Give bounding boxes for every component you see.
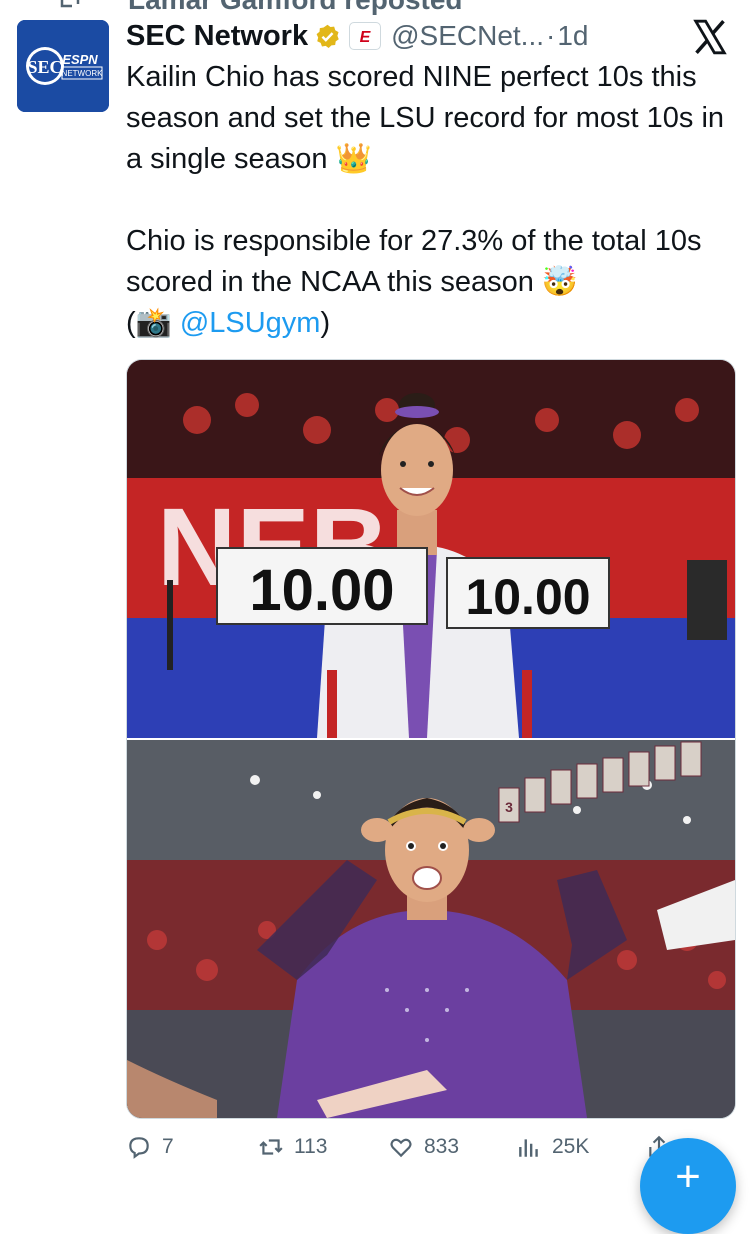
avatar[interactable]: SEC ESPN NETWORK	[17, 20, 109, 112]
espn-logo-text: ESPN	[62, 52, 98, 67]
photo-credit-close: )	[320, 307, 331, 339]
tweet-line-2: Chio is responsible for 27.3% of the tot…	[126, 225, 710, 298]
photo-bottom[interactable]: 3	[127, 740, 735, 1118]
views-button[interactable]: 25K	[516, 1134, 589, 1160]
views-icon	[519, 1139, 538, 1157]
mention-link[interactable]: @LSUgym	[180, 307, 321, 339]
verified-icon[interactable]	[314, 23, 341, 50]
repost-button[interactable]: 113	[258, 1134, 327, 1160]
views-count: 25K	[552, 1135, 590, 1158]
sec-network-logo: SEC ESPN NETWORK	[17, 20, 109, 112]
reply-button[interactable]: 7	[126, 1134, 174, 1160]
like-button[interactable]: 833	[388, 1134, 459, 1160]
reply-count: 7	[162, 1135, 174, 1158]
badge-letter: E	[360, 29, 372, 45]
author-handle[interactable]: @SECNet...	[391, 20, 544, 52]
repost-indicator[interactable]: Lamar Gamford reposted	[58, 0, 463, 16]
tweet-time[interactable]: 1d	[557, 20, 588, 52]
like-icon	[390, 1138, 412, 1158]
repost-count: 113	[294, 1135, 328, 1158]
reply-icon	[129, 1137, 149, 1159]
time-separator: ·	[546, 20, 556, 51]
tweet-media[interactable]: NEB 10.00 10.00	[126, 359, 736, 1119]
espn-badge-icon: E	[356, 27, 375, 45]
network-logo-text: NETWORK	[62, 69, 104, 78]
sec-logo-text: SEC	[27, 57, 62, 77]
compose-button[interactable]: +	[640, 1138, 736, 1234]
x-logo-icon	[693, 19, 727, 55]
score-right: 10.00	[465, 569, 590, 625]
compose-plus-icon: +	[675, 1152, 701, 1201]
repost-text: Lamar Gamford reposted	[128, 0, 463, 15]
photo-top[interactable]: NEB 10.00 10.00	[127, 360, 735, 738]
affiliate-badge[interactable]: E	[349, 22, 382, 50]
repost-icon	[60, 0, 80, 8]
author-name[interactable]: SEC Network	[126, 20, 308, 53]
score-left: 10.00	[249, 558, 394, 623]
photo-credit-open: (📸	[126, 307, 180, 339]
tweet-header: SEC Network E @SECNet... · 1d	[126, 16, 646, 56]
repost-icon	[259, 1139, 283, 1155]
tweet-text: Kailin Chio has scored NINE perfect 10s …	[126, 57, 726, 344]
like-count: 833	[424, 1135, 460, 1158]
tweet-line-1: Kailin Chio has scored NINE perfect 10s …	[126, 61, 733, 175]
banner-number: 3	[505, 799, 513, 815]
